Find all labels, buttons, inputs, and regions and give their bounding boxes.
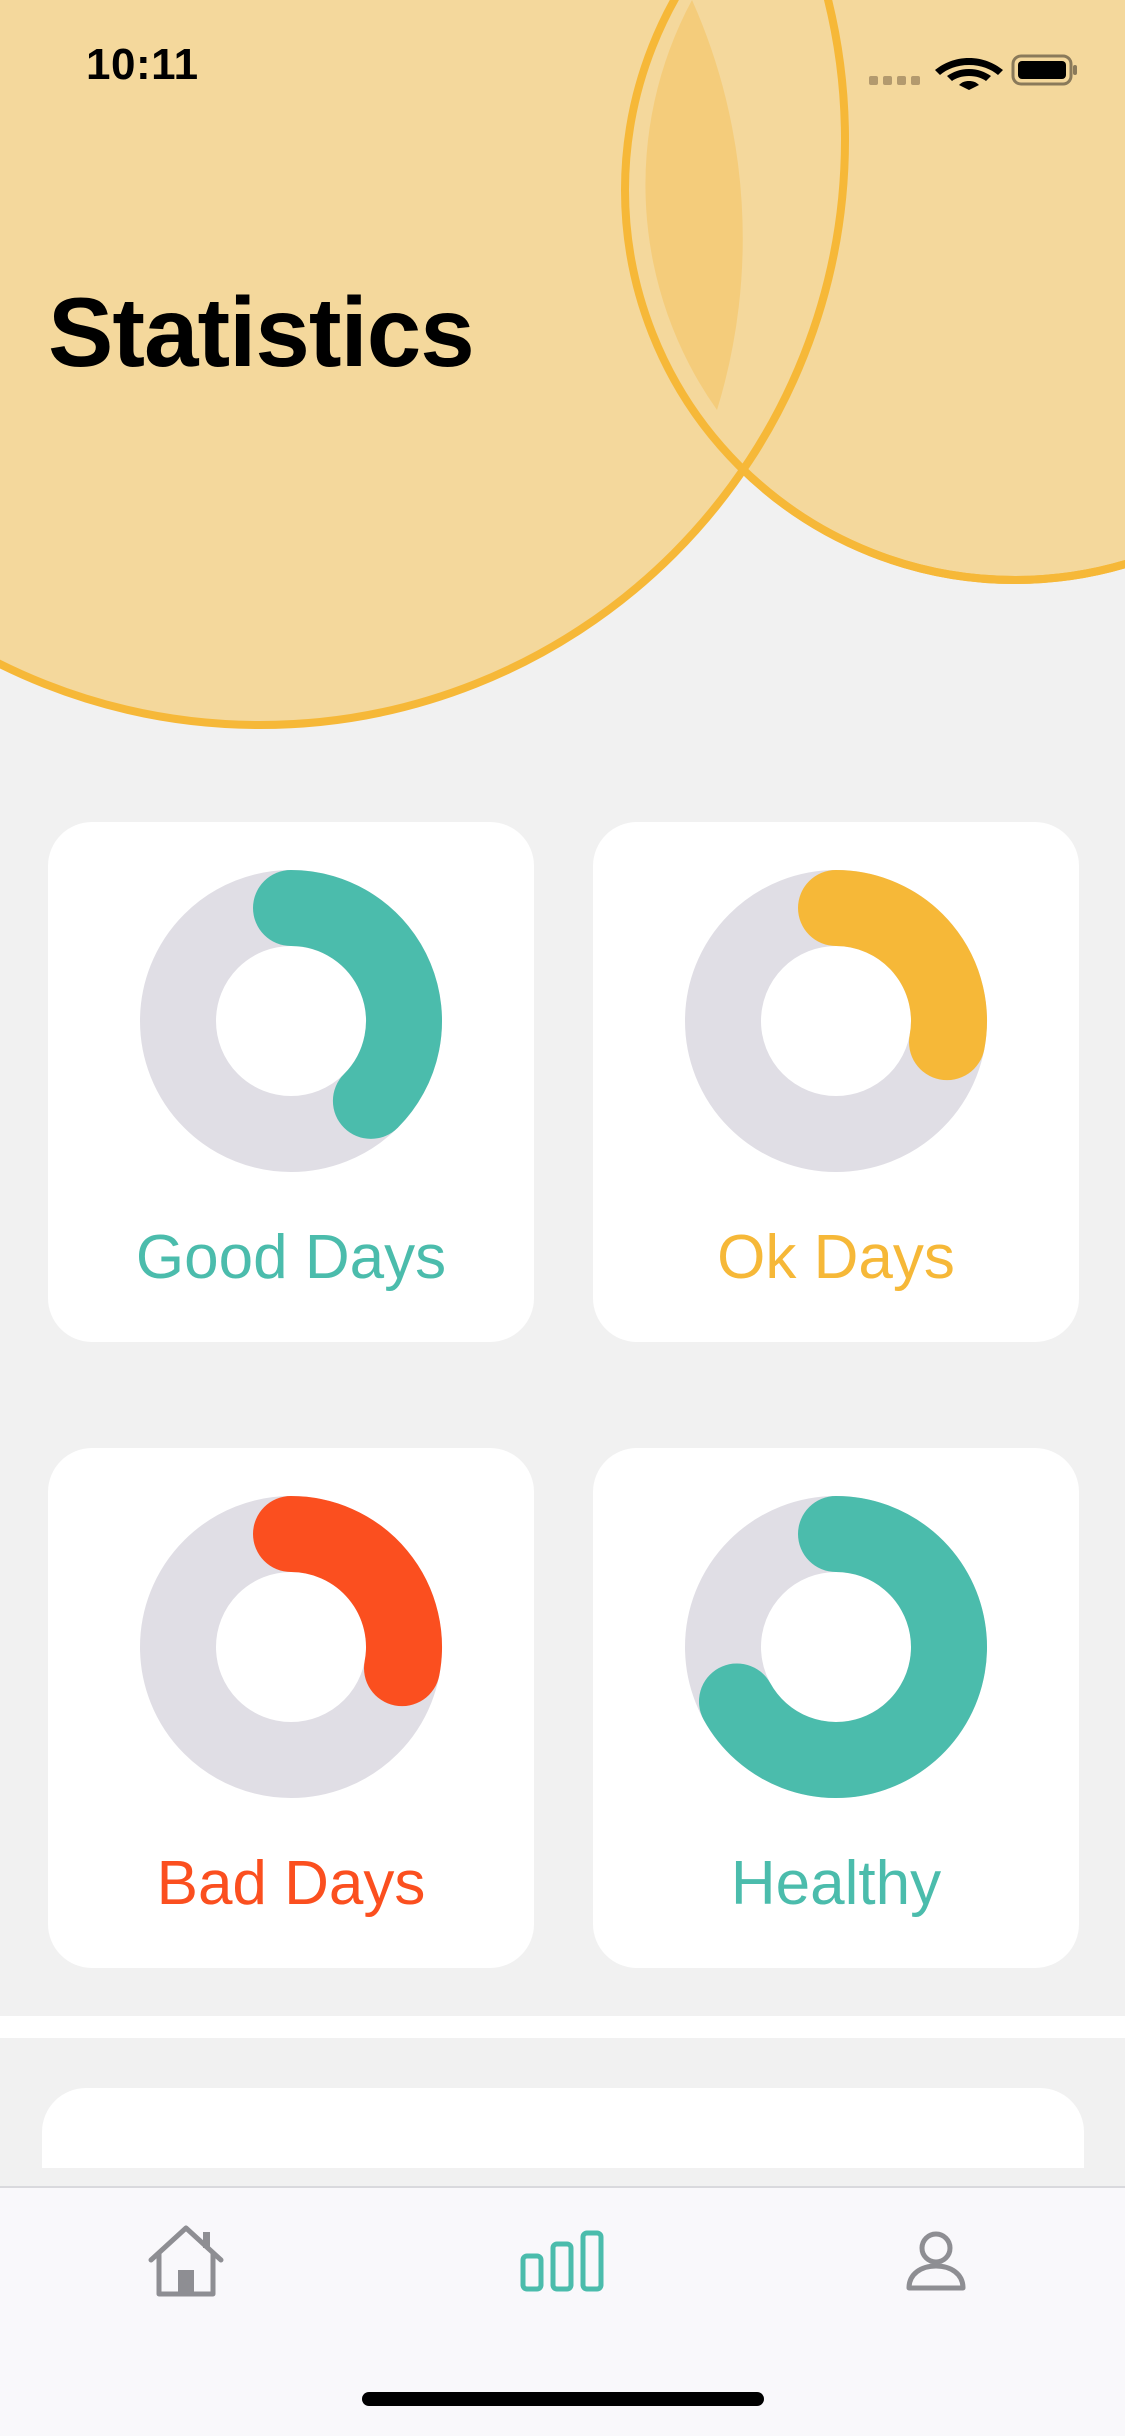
- partial-card: [42, 2088, 1084, 2168]
- wifi-icon: [935, 58, 1003, 90]
- good-days-label: Good Days: [135, 1223, 447, 1292]
- battery-icon: [1011, 54, 1077, 86]
- tab-statistics[interactable]: [502, 2216, 622, 2306]
- tab-profile[interactable]: [876, 2216, 996, 2306]
- status-icons: [869, 54, 1077, 90]
- profile-icon: [906, 2231, 966, 2291]
- stat-card-bad-days[interactable]: Bad Days: [48, 1448, 534, 1968]
- ok-days-label: Ok Days: [717, 1223, 955, 1292]
- ok-days-ring-progress: [798, 870, 987, 1081]
- status-bar: 10:11: [0, 0, 1125, 140]
- stat-card-healthy[interactable]: Healthy: [593, 1448, 1079, 1968]
- ok-days-ring: [685, 870, 987, 1172]
- statistics-screen: 10:11 Statistics Good Days Ok Days Bad D…: [0, 0, 1125, 2436]
- stat-card-good-days[interactable]: Good Days: [48, 822, 534, 1342]
- tab-home[interactable]: [126, 2216, 246, 2306]
- bad-days-ring-progress: [253, 1496, 442, 1707]
- bad-days-label: Bad Days: [156, 1849, 426, 1918]
- bad-days-ring: [140, 1496, 442, 1798]
- good-days-ring-progress: [253, 870, 442, 1139]
- status-time: 10:11: [86, 40, 199, 89]
- good-days-ring: [140, 870, 442, 1172]
- stat-card-ok-days[interactable]: Ok Days: [593, 822, 1079, 1342]
- section-divider: [0, 2016, 1125, 2038]
- home-icon: [148, 2225, 224, 2297]
- bar-chart-icon: [520, 2230, 604, 2292]
- healthy-label: Healthy: [730, 1849, 942, 1918]
- healthy-ring: [685, 1496, 987, 1798]
- cellular-signal-icon: [869, 76, 920, 85]
- home-indicator: [362, 2392, 764, 2406]
- page-title: Statistics: [48, 277, 475, 387]
